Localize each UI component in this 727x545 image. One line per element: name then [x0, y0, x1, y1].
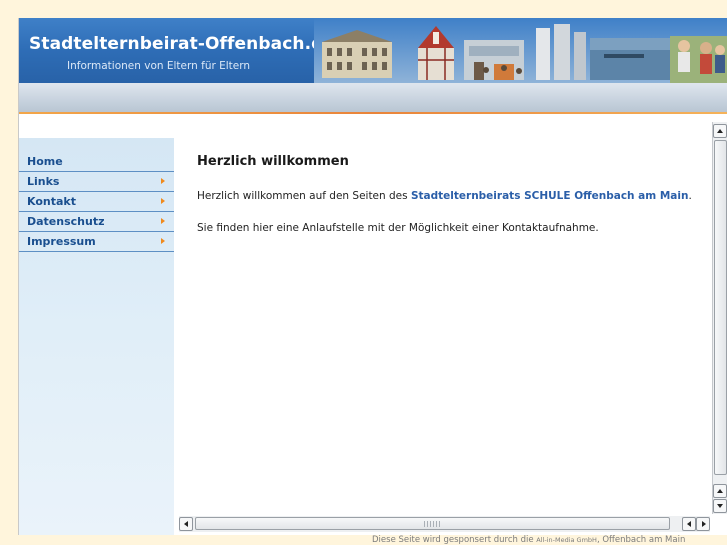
chevron-right-icon — [161, 218, 165, 224]
chevron-right-icon — [161, 198, 165, 204]
chevron-right-icon — [161, 178, 165, 184]
header-band — [19, 83, 727, 112]
nav-item-home[interactable]: Home — [19, 152, 174, 172]
scroll-up-button[interactable] — [713, 124, 727, 138]
info-paragraph: Sie finden hier eine Anlaufstelle mit de… — [197, 222, 599, 234]
arrow-down-icon — [717, 504, 723, 508]
header-photo-collage — [314, 18, 727, 83]
site-subtitle: Informationen von Eltern für Eltern — [67, 60, 251, 72]
scroll-up-button-bottom[interactable] — [713, 484, 727, 498]
footer-sponsor: Diese Seite wird gesponsert durch die Al… — [372, 535, 685, 545]
sidebar-spacer — [19, 122, 174, 138]
horizontal-scrollbar[interactable] — [179, 516, 710, 532]
arrow-up-icon — [717, 129, 723, 133]
page-frame: Stadtelternbeirat-Offenbach.de Informati… — [18, 18, 727, 535]
nav-item-datenschutz[interactable]: Datenschutz — [19, 212, 174, 232]
sponsor-link[interactable]: Stadtelternbeirats SCHULE Offenbach am M… — [411, 190, 689, 202]
page-heading: Herzlich willkommen — [197, 154, 349, 169]
nav-item-label: Impressum — [27, 235, 96, 248]
footer-sponsor-name[interactable]: All-in-Media GmbH — [536, 536, 597, 544]
arrow-left-icon — [687, 521, 691, 527]
nav-item-impressum[interactable]: Impressum — [19, 232, 174, 252]
nav-item-kontakt[interactable]: Kontakt — [19, 192, 174, 212]
scroll-left-button[interactable] — [179, 517, 193, 531]
nav-item-label: Datenschutz — [27, 215, 105, 228]
footer-text-end: , Offenbach am Main — [596, 535, 686, 545]
vertical-scroll-thumb[interactable] — [714, 140, 727, 475]
chevron-right-icon — [161, 238, 165, 244]
sidebar: Home Links Kontakt Datenschutz Impressum — [19, 122, 174, 535]
arrow-left-icon — [184, 521, 188, 527]
nav-item-label: Links — [27, 175, 60, 188]
vertical-scrollbar[interactable] — [712, 122, 727, 514]
scroll-right-button[interactable] — [696, 517, 710, 531]
site-title[interactable]: Stadtelternbeirat-Offenbach.de — [29, 34, 335, 54]
header-divider — [19, 112, 727, 114]
arrow-up-icon — [717, 489, 723, 493]
footer-text: Diese Seite wird gesponsert durch die — [372, 535, 537, 545]
nav-item-label: Home — [27, 155, 63, 168]
nav-item-links[interactable]: Links — [19, 172, 174, 192]
welcome-text: Herzlich willkommen auf den Seiten des — [197, 190, 411, 202]
horizontal-scroll-thumb[interactable] — [195, 517, 670, 530]
welcome-text-end: . — [688, 190, 692, 202]
grip-icon — [424, 521, 442, 527]
scroll-left-button-right[interactable] — [682, 517, 696, 531]
scroll-down-button[interactable] — [713, 499, 727, 513]
site-header: Stadtelternbeirat-Offenbach.de Informati… — [19, 18, 727, 83]
nav-item-label: Kontakt — [27, 195, 76, 208]
main-content: Herzlich willkommen Herzlich willkommen … — [179, 122, 710, 514]
sidebar-nav: Home Links Kontakt Datenschutz Impressum — [19, 152, 174, 252]
arrow-right-icon — [702, 521, 706, 527]
welcome-paragraph: Herzlich willkommen auf den Seiten des S… — [197, 190, 692, 202]
